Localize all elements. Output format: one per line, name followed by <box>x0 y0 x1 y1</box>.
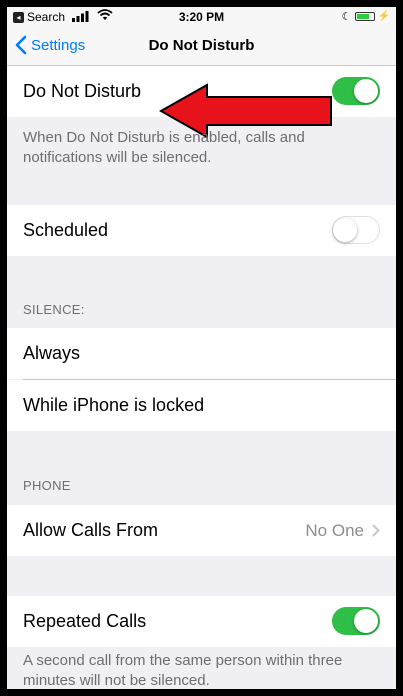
charging-bolt-icon: ⚡ <box>377 11 390 22</box>
battery-icon <box>354 12 375 21</box>
repeated-calls-label: Repeated Calls <box>23 611 147 631</box>
status-right-icons: ☾ ⚡ <box>342 10 390 23</box>
silence-section-header: SILENCE: <box>23 302 85 317</box>
settings-screen: ◂ Search 3:20 PM ☾ ⚡ Settings Do Not Dis… <box>7 7 396 689</box>
allow-calls-from-detail: No One <box>305 521 380 541</box>
dnd-footnote: When Do Not Disturb is enabled, calls an… <box>23 129 305 166</box>
page-title: Do Not Disturb <box>148 37 255 54</box>
repeated-calls-toggle[interactable] <box>332 607 380 635</box>
repeated-calls-row: Repeated Calls <box>7 596 396 647</box>
silence-option-locked[interactable]: While iPhone is locked <box>7 380 396 431</box>
do-not-disturb-moon-icon: ☾ <box>341 11 352 23</box>
silence-option-label: Always <box>23 343 81 363</box>
scheduled-toggle[interactable] <box>332 216 380 244</box>
allow-calls-from-value: No One <box>305 520 364 540</box>
scheduled-label: Scheduled <box>23 220 109 240</box>
status-bar: ◂ Search 3:20 PM ☾ ⚡ <box>7 7 396 27</box>
navigation-bar: Settings Do Not Disturb <box>7 27 396 66</box>
dnd-toggle[interactable] <box>332 77 380 105</box>
chevron-right-icon <box>372 524 380 537</box>
silence-option-label: While iPhone is locked <box>23 395 205 415</box>
silence-option-always[interactable]: Always <box>7 328 396 379</box>
repeated-calls-footnote: A second call from the same person withi… <box>23 652 343 689</box>
status-time: 3:20 PM <box>178 10 225 24</box>
phone-section-header: PHONE <box>23 478 71 493</box>
allow-calls-from-label: Allow Calls From <box>23 520 159 540</box>
scheduled-row: Scheduled <box>7 205 396 256</box>
dnd-label: Do Not Disturb <box>23 81 142 101</box>
allow-calls-from-row[interactable]: Allow Calls From No One <box>7 505 396 556</box>
